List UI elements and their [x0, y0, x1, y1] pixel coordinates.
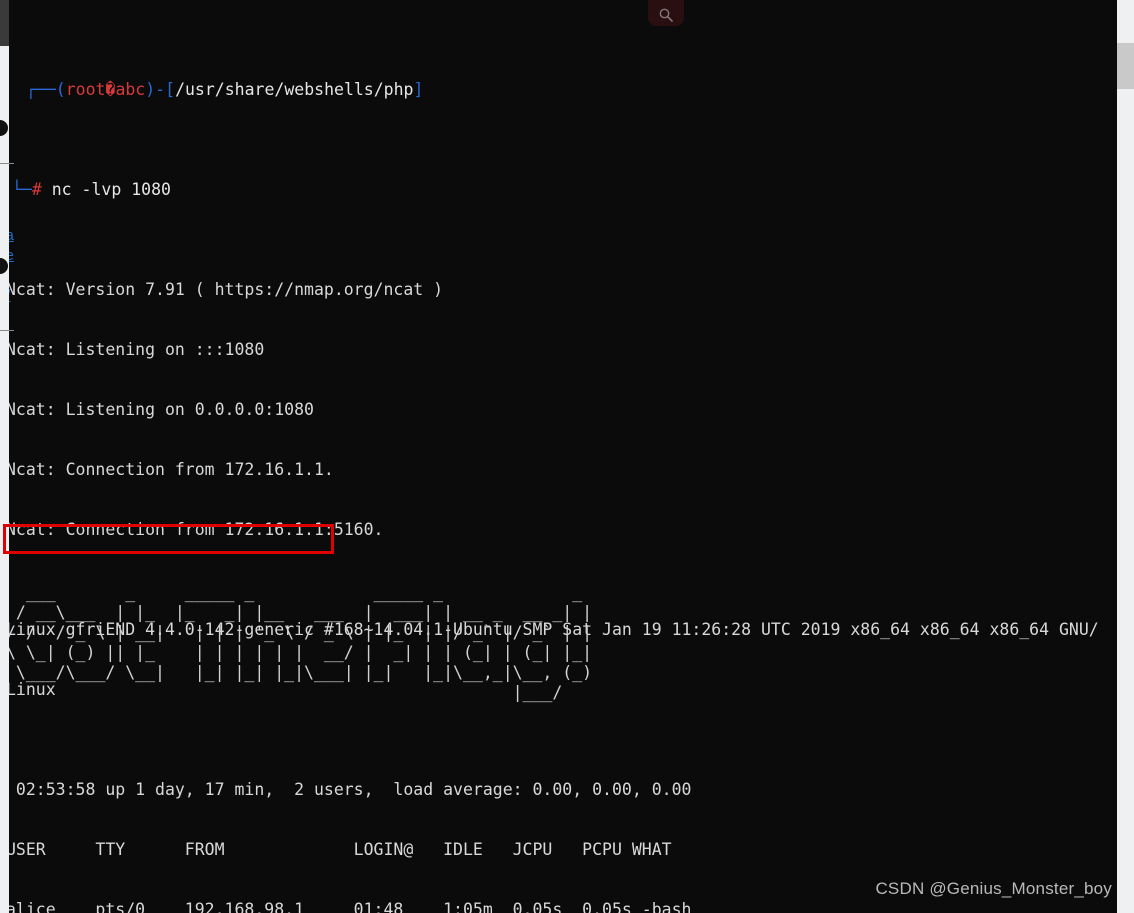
- prompt-line1-end: ]: [413, 80, 424, 99]
- ascii-art-got-the-flag: ___ _ _____ _ _____ _ _ / __\___ | |_ |_…: [6, 583, 592, 703]
- ncat-line-2: Ncat: Listening on 0.0.0.0:1080: [6, 400, 314, 419]
- terminal-text: ┌──(root�abc)-[/usr/share/webshells/php]…: [6, 0, 1116, 913]
- ncat-line-3: Ncat: Connection from 172.16.1.1.: [6, 460, 334, 479]
- shell-prompt-line-1: ┌──(root�abc)-[/usr/share/webshells/php]: [6, 80, 1116, 100]
- ascii-line-3: \ \_| (_) || |_ | | | | | | __/ | _| | |…: [6, 643, 593, 662]
- ncat-line-0: Ncat: Version 7.91 ( https://nmap.org/nc…: [6, 280, 444, 299]
- ncat-line-1: Ncat: Listening on :::1080: [6, 340, 265, 359]
- terminal-window: K ca ve o/ b ┌──(root�abc)-[/usr/share/w…: [0, 0, 1134, 913]
- prompt-separator-glyph: �: [105, 80, 116, 99]
- ascii-line-0: ___ _ _____ _ _____ _ _: [6, 583, 593, 602]
- ascii-line-2: / / / _ \ | __| | | | '_ \ / _ \ | |_ | …: [6, 623, 593, 642]
- uptime-line: 02:53:58 up 1 day, 17 min, 2 users, load…: [6, 780, 692, 799]
- prompt-path: /usr/share/webshells/php: [175, 80, 414, 99]
- ncat-line-4: Ncat: Connection from 172.16.1.1:5160.: [6, 520, 384, 539]
- prompt-user: root: [65, 80, 106, 99]
- left-scrollbar-thumb[interactable]: [0, 0, 9, 46]
- nc-command: nc -lvp 1080: [41, 180, 171, 199]
- search-button[interactable]: [648, 0, 684, 26]
- csdn-watermark: CSDN @Genius_Monster_boy: [875, 879, 1112, 898]
- ascii-line-4: \___/\___/ \__| |_| |_| |_|\___| |_| |_|…: [6, 663, 593, 682]
- who-row-0: alice pts/0 192.168.98.1 01:48 1:05m 0.0…: [6, 900, 692, 913]
- left-scrollbar[interactable]: [0, 0, 9, 913]
- prompt-open-bracket: ┌──(: [26, 80, 66, 99]
- left-rule-lower: [0, 330, 14, 331]
- left-rule-upper: [0, 163, 14, 164]
- right-scrollbar[interactable]: [1117, 0, 1134, 913]
- who-header: USER TTY FROM LOGIN@ IDLE JCPU PCPU WHAT: [6, 840, 672, 859]
- prompt-hash: #: [31, 180, 42, 199]
- ascii-line-5: |___/: [6, 683, 593, 702]
- shell-prompt-line-2: └─# nc -lvp 1080: [6, 180, 1116, 200]
- ascii-line-1: / __\___ | |_ |_ _| |__ ___ | ___| | __ …: [6, 603, 593, 622]
- prompt-host: abc: [115, 80, 146, 99]
- search-icon: [659, 8, 673, 22]
- right-scrollbar-thumb[interactable]: [1117, 43, 1134, 89]
- prompt-close-bracket: )-[: [145, 80, 176, 99]
